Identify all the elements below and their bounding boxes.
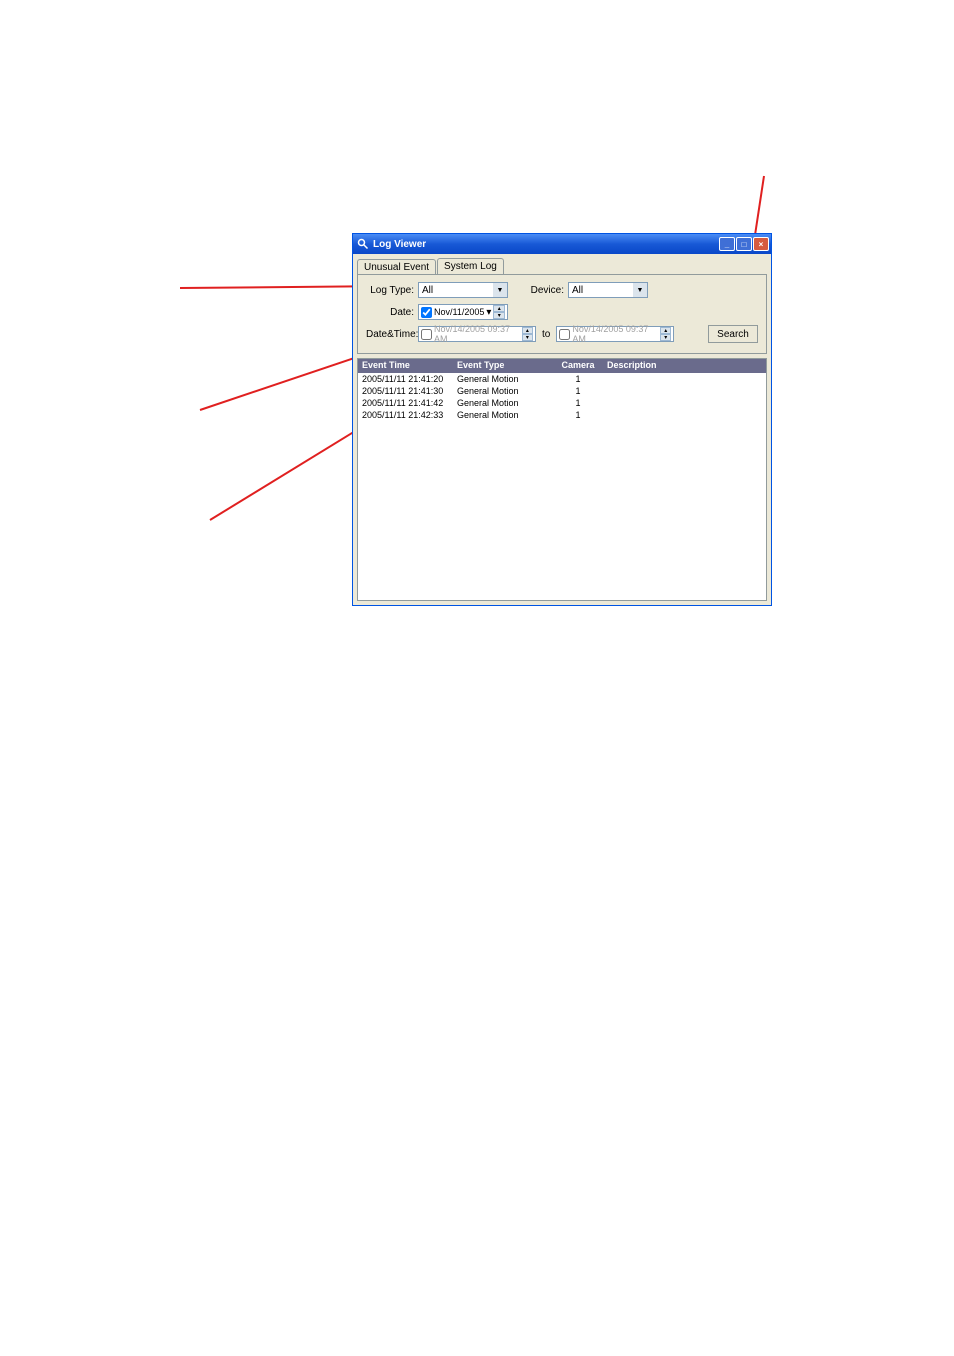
date-spinner[interactable]: ▴▾ bbox=[493, 305, 505, 319]
to-label: to bbox=[542, 329, 550, 340]
table-row[interactable]: 2005/11/11 21:41:42 General Motion 1 bbox=[358, 397, 766, 409]
table-row[interactable]: 2005/11/11 21:41:30 General Motion 1 bbox=[358, 385, 766, 397]
cell-camera: 1 bbox=[553, 397, 603, 409]
col-camera[interactable]: Camera bbox=[553, 359, 603, 373]
date-value: Nov/11/2005 bbox=[434, 307, 484, 317]
cell-camera: 1 bbox=[553, 409, 603, 421]
cell-type: General Motion bbox=[453, 409, 553, 421]
cell-desc bbox=[603, 385, 766, 397]
grid-header: Event Time Event Type Camera Description bbox=[358, 359, 766, 373]
col-event-type[interactable]: Event Type bbox=[453, 359, 553, 373]
grid-body: 2005/11/11 21:41:20 General Motion 1 200… bbox=[358, 373, 766, 600]
date-picker[interactable]: Nov/11/2005 ▾ ▴▾ bbox=[418, 304, 508, 320]
table-row[interactable]: 2005/11/11 21:41:20 General Motion 1 bbox=[358, 373, 766, 385]
col-description[interactable]: Description bbox=[603, 359, 766, 373]
window-title: Log Viewer bbox=[373, 239, 719, 250]
log-type-combo[interactable]: ▼ bbox=[418, 282, 508, 298]
cell-camera: 1 bbox=[553, 385, 603, 397]
col-event-time[interactable]: Event Time bbox=[358, 359, 453, 373]
chevron-down-icon[interactable]: ▼ bbox=[633, 283, 647, 297]
dt-to-spinner[interactable]: ▴▾ bbox=[660, 327, 671, 341]
titlebar: Log Viewer _ □ × bbox=[353, 234, 771, 254]
cell-time: 2005/11/11 21:41:42 bbox=[358, 397, 453, 409]
cell-time: 2005/11/11 21:42:33 bbox=[358, 409, 453, 421]
cell-time: 2005/11/11 21:41:20 bbox=[358, 373, 453, 385]
maximize-button[interactable]: □ bbox=[736, 237, 752, 251]
datetime-from[interactable]: Nov/14/2005 09:37 AM ▴▾ bbox=[418, 326, 536, 342]
log-type-value[interactable] bbox=[419, 285, 493, 296]
date-label: Date: bbox=[366, 307, 418, 318]
dt-to-check[interactable] bbox=[559, 329, 570, 340]
cell-desc bbox=[603, 397, 766, 409]
cell-time: 2005/11/11 21:41:30 bbox=[358, 385, 453, 397]
dt-to-value: Nov/14/2005 09:37 AM bbox=[572, 324, 658, 344]
filter-panel: Log Type: ▼ Device: ▼ Date: Nov/11/2005 … bbox=[357, 274, 767, 354]
device-combo[interactable]: ▼ bbox=[568, 282, 648, 298]
tab-unusual-event[interactable]: Unusual Event bbox=[357, 259, 436, 275]
datetime-to[interactable]: Nov/14/2005 09:37 AM ▴▾ bbox=[556, 326, 674, 342]
device-value[interactable] bbox=[569, 285, 633, 296]
datetime-label: Date&Time: bbox=[366, 329, 418, 340]
app-icon bbox=[357, 238, 369, 250]
dt-from-check[interactable] bbox=[421, 329, 432, 340]
dt-from-value: Nov/14/2005 09:37 AM bbox=[434, 324, 520, 344]
device-label: Device: bbox=[528, 285, 568, 296]
chevron-down-icon[interactable]: ▾ bbox=[486, 307, 491, 318]
log-type-label: Log Type: bbox=[366, 285, 418, 296]
cell-type: General Motion bbox=[453, 397, 553, 409]
cell-desc bbox=[603, 409, 766, 421]
date-check[interactable] bbox=[421, 307, 432, 318]
table-row[interactable]: 2005/11/11 21:42:33 General Motion 1 bbox=[358, 409, 766, 421]
event-grid: Event Time Event Type Camera Description… bbox=[357, 358, 767, 601]
cell-camera: 1 bbox=[553, 373, 603, 385]
minimize-button[interactable]: _ bbox=[719, 237, 735, 251]
cell-type: General Motion bbox=[453, 373, 553, 385]
dt-from-spinner[interactable]: ▴▾ bbox=[522, 327, 533, 341]
cell-desc bbox=[603, 373, 766, 385]
log-viewer-window: Log Viewer _ □ × Unusual Event System Lo… bbox=[352, 233, 772, 606]
chevron-down-icon[interactable]: ▼ bbox=[493, 283, 507, 297]
cell-type: General Motion bbox=[453, 385, 553, 397]
tab-system-log[interactable]: System Log bbox=[437, 258, 504, 274]
search-button[interactable]: Search bbox=[708, 325, 758, 343]
close-button[interactable]: × bbox=[753, 237, 769, 251]
